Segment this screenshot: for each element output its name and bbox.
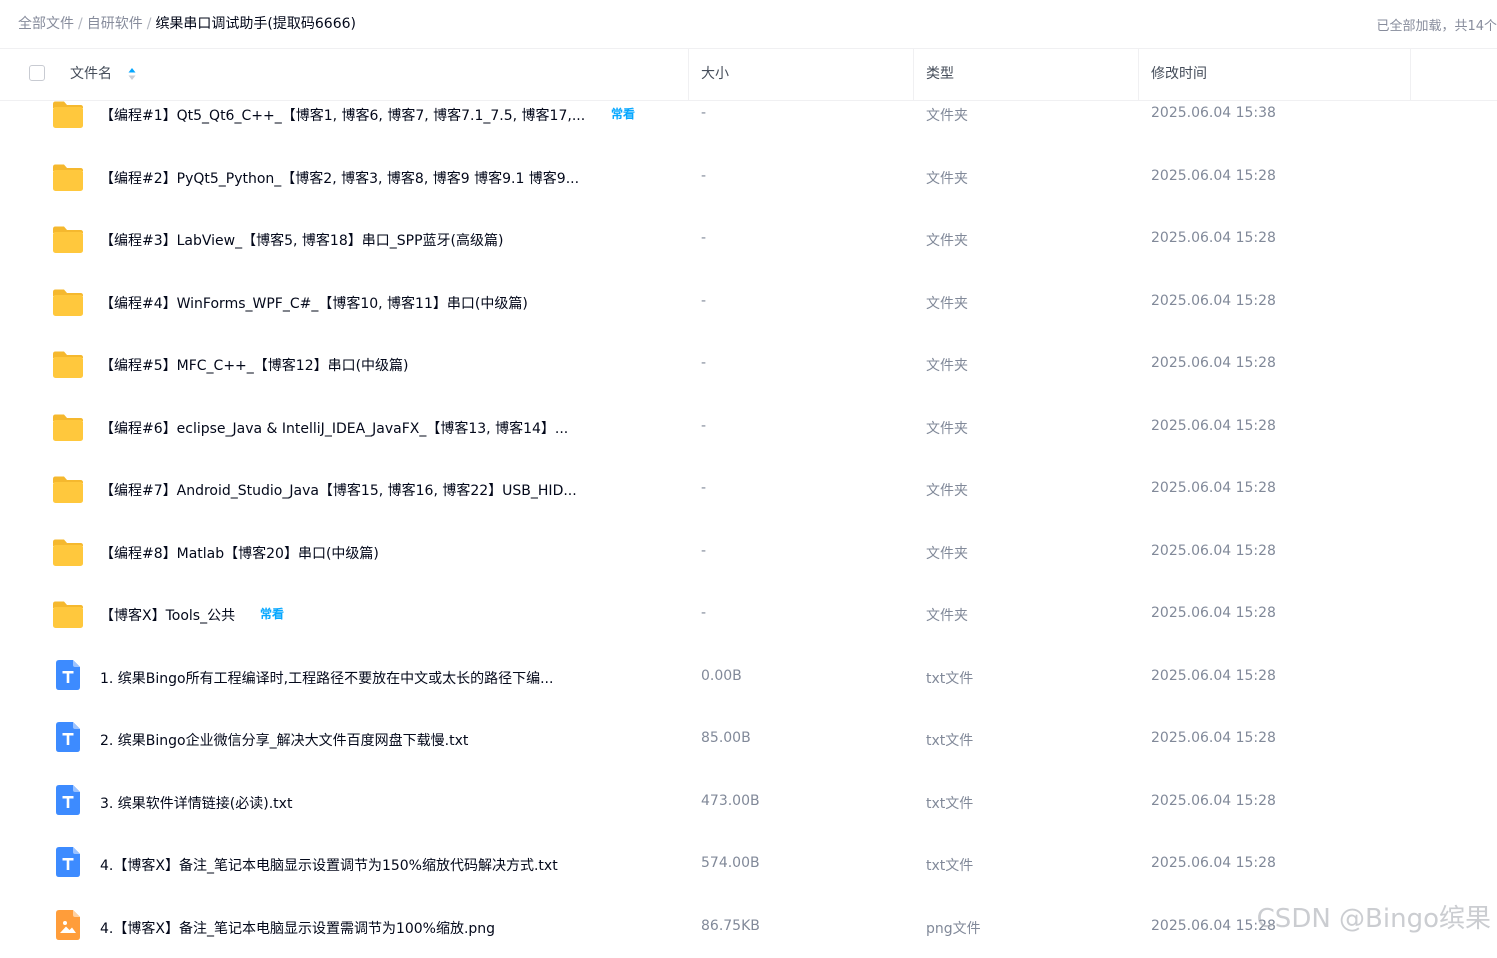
png-file-icon: [56, 910, 80, 940]
table-row[interactable]: 2. 缤果Bingo企业微信分享_解决大文件百度网盘下载慢.txt 85.00B t…: [0, 708, 1497, 771]
frequent-tag: 常看: [260, 605, 284, 622]
txt-file-icon: [56, 660, 80, 690]
file-type: 文件夹: [926, 543, 968, 563]
folder-icon: [52, 163, 84, 192]
table-row[interactable]: 【编程#2】PyQt5_Python_【博客2, 博客3, 博客8, 博客9 博…: [0, 146, 1497, 209]
file-type: 文件夹: [926, 105, 968, 125]
file-modified-time: 2025.06.04 15:38: [1151, 105, 1276, 121]
file-size: -: [701, 293, 706, 309]
folder-icon: [52, 288, 84, 317]
file-modified-time: 2025.06.04 15:28: [1151, 730, 1276, 746]
file-type: txt文件: [926, 855, 973, 875]
folder-icon: [52, 225, 84, 254]
file-name[interactable]: 【编程#4】WinForms_WPF_C#_【博客10, 博客11】串口(中级篇…: [100, 293, 528, 313]
file-modified-time: 2025.06.04 15:28: [1151, 855, 1276, 871]
file-size: -: [701, 230, 706, 246]
file-type: 文件夹: [926, 293, 968, 313]
file-size: 85.00B: [701, 730, 751, 746]
file-modified-time: 2025.06.04 15:28: [1151, 418, 1276, 434]
file-size: -: [701, 418, 706, 434]
file-name[interactable]: 【编程#1】Qt5_Qt6_C++_【博客1, 博客6, 博客7, 博客7.1_…: [100, 105, 585, 125]
file-name[interactable]: 【编程#6】eclipse_Java & IntelliJ_IDEA_JavaF…: [100, 418, 568, 438]
file-name[interactable]: 【编程#7】Android_Studio_Java【博客15, 博客16, 博客…: [100, 480, 577, 500]
file-modified-time: 2025.06.04 15:28: [1151, 480, 1276, 496]
file-size: -: [701, 480, 706, 496]
frequent-tag: 常看: [611, 105, 635, 122]
folder-icon: [52, 100, 84, 129]
file-type: txt文件: [926, 730, 973, 750]
file-name[interactable]: 4.【博客X】备注_笔记本电脑显示设置调节为150%缩放代码解决方式.txt: [100, 855, 558, 875]
file-size: 86.75KB: [701, 918, 760, 934]
file-type: 文件夹: [926, 418, 968, 438]
folder-icon: [52, 350, 84, 379]
file-type: 文件夹: [926, 605, 968, 625]
folder-icon: [52, 475, 84, 504]
file-modified-time: 2025.06.04 15:28: [1151, 605, 1276, 621]
table-row[interactable]: 【编程#8】Matlab【博客20】串口(中级篇) - 文件夹 2025.06.04 …: [0, 521, 1497, 584]
file-modified-time: 2025.06.04 15:28: [1151, 668, 1276, 684]
breadcrumb-self-dev[interactable]: 自研软件: [87, 16, 143, 32]
file-name[interactable]: 【编程#5】MFC_C++_【博客12】串口(中级篇): [100, 355, 409, 375]
txt-file-icon: [56, 847, 80, 877]
file-name[interactable]: 4.【博客X】备注_笔记本电脑显示设置需调节为100%缩放.png: [100, 918, 495, 938]
folder-icon: [52, 538, 84, 567]
file-type: 文件夹: [926, 168, 968, 188]
watermark: CSDN @Bingo缤果: [1257, 898, 1491, 935]
file-name[interactable]: 【编程#8】Matlab【博客20】串口(中级篇): [100, 543, 379, 563]
file-list: 【编程#1】Qt5_Qt6_C++_【博客1, 博客6, 博客7, 博客7.1_…: [0, 83, 1497, 958]
file-size: 574.00B: [701, 855, 760, 871]
breadcrumb-current: 缤果串口调试助手(提取码6666): [155, 16, 356, 32]
file-type: txt文件: [926, 793, 973, 813]
breadcrumb-separator: /: [78, 16, 83, 32]
file-type: 文件夹: [926, 230, 968, 250]
file-name[interactable]: 【编程#3】LabView_【博客5, 博客18】串口_SPP蓝牙(高级篇): [100, 230, 503, 250]
breadcrumb: 全部文件/自研软件/缤果串口调试助手(提取码6666): [18, 13, 356, 33]
file-size: -: [701, 168, 706, 184]
folder-icon: [52, 600, 84, 629]
loaded-status: 已全部加载，共14个: [1376, 15, 1497, 34]
table-row[interactable]: 【编程#1】Qt5_Qt6_C++_【博客1, 博客6, 博客7, 博客7.1_…: [0, 83, 1497, 146]
file-size: 473.00B: [701, 793, 760, 809]
file-modified-time: 2025.06.04 15:28: [1151, 230, 1276, 246]
table-row[interactable]: 【编程#7】Android_Studio_Java【博客15, 博客16, 博客…: [0, 458, 1497, 521]
file-modified-time: 2025.06.04 15:28: [1151, 543, 1276, 559]
file-name[interactable]: 【编程#2】PyQt5_Python_【博客2, 博客3, 博客8, 博客9 博…: [100, 168, 579, 188]
breadcrumb-separator: /: [147, 16, 152, 32]
table-row[interactable]: 【博客X】Tools_公共 常看 - 文件夹 2025.06.04 15:28: [0, 583, 1497, 646]
file-size: -: [701, 605, 706, 621]
file-type: 文件夹: [926, 355, 968, 375]
top-bar: 全部文件/自研软件/缤果串口调试助手(提取码6666) 已全部加载，共14个: [0, 0, 1497, 46]
file-modified-time: 2025.06.04 15:28: [1151, 168, 1276, 184]
file-modified-time: 2025.06.04 15:28: [1151, 355, 1276, 371]
file-modified-time: 2025.06.04 15:28: [1151, 293, 1276, 309]
file-name[interactable]: 2. 缤果Bingo企业微信分享_解决大文件百度网盘下载慢.txt: [100, 730, 468, 750]
breadcrumb-all-files[interactable]: 全部文件: [18, 16, 74, 32]
file-size: -: [701, 355, 706, 371]
table-row[interactable]: 3. 缤果软件详情链接(必读).txt 473.00B txt文件 2025.06.0…: [0, 771, 1497, 834]
file-type: png文件: [926, 918, 981, 938]
file-name[interactable]: 【博客X】Tools_公共: [100, 605, 235, 625]
file-size: -: [701, 543, 706, 559]
table-row[interactable]: 【编程#4】WinForms_WPF_C#_【博客10, 博客11】串口(中级篇…: [0, 271, 1497, 334]
file-size: 0.00B: [701, 668, 742, 684]
folder-icon: [52, 413, 84, 442]
select-all-checkbox[interactable]: [29, 65, 45, 81]
file-name[interactable]: 1. 缤果Bingo所有工程编译时,工程路径不要放在中文或太长的路径下编...: [100, 668, 553, 688]
table-row[interactable]: 4.【博客X】备注_笔记本电脑显示设置调节为150%缩放代码解决方式.txt 57…: [0, 833, 1497, 896]
table-row[interactable]: 【编程#3】LabView_【博客5, 博客18】串口_SPP蓝牙(高级篇) - 文…: [0, 208, 1497, 271]
file-size: -: [701, 105, 706, 121]
txt-file-icon: [56, 785, 80, 815]
txt-file-icon: [56, 722, 80, 752]
sort-icon[interactable]: [128, 67, 136, 81]
file-type: txt文件: [926, 668, 973, 688]
file-name[interactable]: 3. 缤果软件详情链接(必读).txt: [100, 793, 292, 813]
table-row[interactable]: 1. 缤果Bingo所有工程编译时,工程路径不要放在中文或太长的路径下编... 0…: [0, 646, 1497, 709]
table-row[interactable]: 【编程#6】eclipse_Java & IntelliJ_IDEA_JavaF…: [0, 396, 1497, 459]
file-modified-time: 2025.06.04 15:28: [1151, 793, 1276, 809]
file-type: 文件夹: [926, 480, 968, 500]
table-row[interactable]: 【编程#5】MFC_C++_【博客12】串口(中级篇) - 文件夹 2025.06.0…: [0, 333, 1497, 396]
